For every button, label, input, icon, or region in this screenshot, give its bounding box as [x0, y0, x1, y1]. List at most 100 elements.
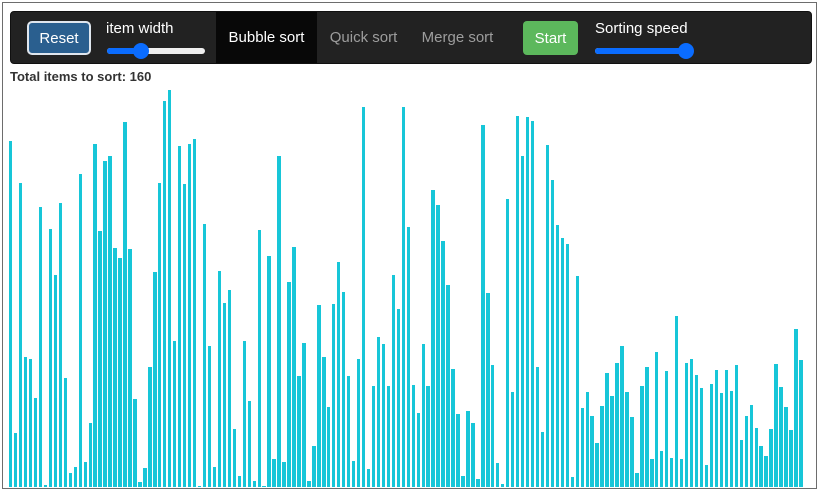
- sort-bar: [749, 405, 753, 487]
- sort-bar: [18, 183, 23, 487]
- sort-bar: [530, 121, 535, 487]
- sort-bar: [118, 258, 122, 487]
- sort-bar: [371, 386, 376, 487]
- sort-bar: [724, 370, 729, 487]
- sort-bar: [461, 476, 465, 487]
- sort-bar: [635, 473, 639, 487]
- sort-bar: [769, 429, 773, 487]
- sort-bar: [565, 244, 570, 487]
- sort-bar: [133, 399, 137, 487]
- sort-bar: [645, 367, 649, 487]
- sort-bar: [754, 428, 758, 487]
- sort-bar: [113, 248, 117, 487]
- sort-bar: [779, 387, 783, 487]
- sort-bar: [699, 388, 704, 487]
- sort-bar: [714, 370, 719, 487]
- sort-bar: [262, 486, 266, 487]
- sort-bar: [173, 341, 177, 487]
- sort-bar: [689, 359, 694, 487]
- sort-bar: [168, 90, 172, 487]
- sort-bar: [341, 292, 346, 487]
- sort-bar: [575, 276, 579, 487]
- sort-bar: [13, 433, 18, 487]
- sort-bar: [237, 476, 241, 487]
- sort-bar: [684, 363, 689, 487]
- sort-bar: [411, 385, 415, 487]
- sort-bar: [744, 416, 748, 487]
- sort-bar: [431, 190, 435, 487]
- sort-bar: [28, 359, 33, 487]
- sort-bar: [585, 392, 589, 487]
- sort-bar: [550, 180, 555, 487]
- sort-bar: [600, 406, 604, 487]
- sort-bar: [9, 141, 13, 487]
- sort-bar: [570, 477, 574, 487]
- sort-bar: [486, 293, 490, 487]
- sort-bar: [605, 373, 609, 487]
- sort-bar: [108, 156, 112, 487]
- sort-bar: [272, 459, 276, 487]
- sort-bar: [734, 365, 738, 487]
- sort-bar: [670, 458, 674, 487]
- sort-bar: [103, 161, 107, 487]
- sort-bar: [217, 271, 222, 487]
- sort-bar: [158, 183, 162, 487]
- sort-bar: [590, 416, 594, 487]
- sort-bar: [93, 144, 97, 487]
- sort-bar: [729, 391, 734, 487]
- sort-bar: [163, 101, 167, 487]
- sort-bar: [496, 463, 500, 487]
- sort-bar: [640, 386, 644, 487]
- sort-bar: [625, 392, 629, 487]
- sort-bar: [615, 363, 619, 487]
- sort-bar: [665, 371, 669, 487]
- sort-bar: [138, 482, 142, 487]
- sort-bar: [43, 485, 48, 487]
- sort-bar: [302, 343, 306, 487]
- sort-bar: [128, 249, 132, 487]
- sort-bar: [202, 224, 207, 487]
- sort-bar: [595, 443, 599, 487]
- sort-bar: [784, 407, 788, 487]
- sort-bar: [33, 398, 38, 487]
- sort-bar: [476, 479, 480, 487]
- sort-bar: [346, 376, 351, 487]
- sort-bar: [520, 156, 525, 487]
- sort-bar: [361, 107, 366, 487]
- sort-bar: [78, 174, 82, 487]
- sort-bar: [267, 256, 271, 487]
- sort-bar: [153, 272, 157, 487]
- sort-bar: [535, 367, 540, 487]
- sort-bar: [560, 238, 565, 487]
- sort-bar: [446, 285, 450, 487]
- sort-bar: [287, 282, 291, 487]
- sort-bar: [48, 229, 53, 487]
- sort-bar: [774, 364, 778, 487]
- sort-bar: [123, 122, 127, 487]
- sort-bar: [312, 446, 316, 487]
- sort-bar: [307, 481, 311, 487]
- sort-bar: [426, 386, 430, 487]
- sort-bar: [545, 145, 550, 487]
- sort-bar: [501, 484, 505, 487]
- sort-bar: [351, 461, 356, 487]
- sort-bar: [277, 156, 281, 487]
- sort-bar: [650, 459, 654, 487]
- sort-bar: [297, 376, 301, 487]
- sort-bar: [794, 329, 798, 487]
- sort-bar: [436, 205, 440, 487]
- sort-bar: [679, 459, 684, 487]
- sort-bar: [197, 486, 202, 487]
- sort-bar: [401, 107, 406, 487]
- sort-bar: [396, 309, 401, 487]
- sort-bar: [630, 417, 634, 487]
- sort-bar: [540, 432, 545, 487]
- sort-bar: [555, 225, 560, 487]
- sort-bar: [63, 378, 68, 487]
- sort-bar: [38, 207, 43, 487]
- sort-bar: [83, 462, 87, 487]
- sort-bar: [525, 117, 530, 487]
- sort-bar: [327, 407, 331, 487]
- sort-bar: [704, 465, 709, 487]
- sort-bar: [406, 227, 410, 487]
